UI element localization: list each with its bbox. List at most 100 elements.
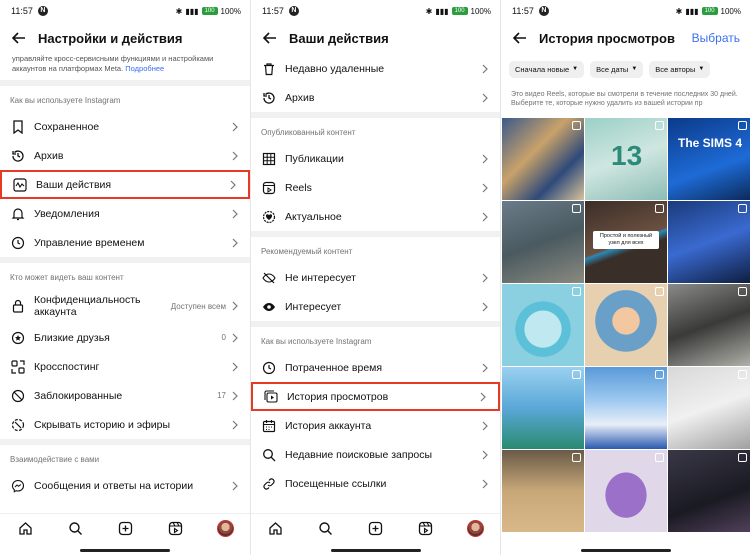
menu-item-close-friends[interactable]: Близкие друзья 0 bbox=[0, 323, 250, 352]
menu-item-label: Интересует bbox=[285, 300, 342, 313]
menu-item-watch-history[interactable]: История просмотров bbox=[251, 382, 500, 411]
reel-thumbnail[interactable] bbox=[585, 284, 667, 366]
chevron-right-icon bbox=[482, 479, 490, 489]
notification-icon: N bbox=[37, 6, 48, 16]
menu-item-posts[interactable]: Публикации bbox=[251, 144, 500, 173]
description-text: управляйте кросс-сервисными функциями и … bbox=[12, 54, 214, 73]
profile-avatar[interactable] bbox=[216, 520, 234, 538]
back-arrow-icon[interactable] bbox=[10, 29, 28, 47]
menu-item-visited-links[interactable]: Посещенные ссылки bbox=[251, 469, 500, 498]
menu-item-crossposting[interactable]: Кросспостинг bbox=[0, 352, 250, 381]
reels-grid: 13 The SIMS 4 Простой и полезный узел дл… bbox=[502, 118, 750, 532]
reel-thumbnail[interactable] bbox=[668, 201, 750, 283]
header: Ваши действия bbox=[251, 22, 500, 54]
reel-thumbnail[interactable] bbox=[668, 367, 750, 449]
home-icon[interactable] bbox=[267, 520, 285, 538]
menu-item-reels[interactable]: Reels bbox=[251, 173, 500, 202]
battery-percent: 100% bbox=[220, 6, 241, 16]
author-filter[interactable]: Все авторы ▼ bbox=[649, 60, 711, 78]
sort-filter[interactable]: Сначала новые ▼ bbox=[509, 60, 585, 78]
menu-item-not-interested[interactable]: Не интересует bbox=[251, 263, 500, 292]
learn-more-link[interactable]: Подробнее bbox=[125, 64, 164, 73]
menu-item-account-privacy[interactable]: Конфиденциальность аккаунта Доступен все… bbox=[0, 289, 250, 323]
reel-thumbnail[interactable] bbox=[502, 201, 584, 283]
clock-time: 11:57 bbox=[11, 6, 33, 16]
menu-item-messages[interactable]: Сообщения и ответы на истории bbox=[0, 471, 250, 500]
chip-label: Все авторы bbox=[655, 64, 696, 74]
menu-item-recently-deleted[interactable]: Недавно удаленные bbox=[251, 54, 500, 83]
chevron-right-icon bbox=[482, 363, 490, 373]
archive-icon bbox=[10, 148, 26, 164]
create-icon[interactable] bbox=[116, 520, 134, 538]
reel-thumbnail[interactable] bbox=[585, 367, 667, 449]
menu-item-label: Уведомления bbox=[34, 207, 100, 220]
chevron-down-icon: ▼ bbox=[572, 66, 579, 72]
reels-icon[interactable] bbox=[166, 520, 184, 538]
reel-thumbnail[interactable] bbox=[502, 367, 584, 449]
reel-thumbnail[interactable] bbox=[668, 284, 750, 366]
archive-icon bbox=[261, 90, 277, 106]
menu-item-label: Сообщения и ответы на истории bbox=[34, 479, 194, 492]
reel-thumbnail[interactable] bbox=[502, 284, 584, 366]
chevron-right-icon bbox=[232, 122, 240, 132]
back-arrow-icon[interactable] bbox=[261, 29, 279, 47]
chevron-right-icon bbox=[480, 392, 488, 402]
chip-label: Сначала новые bbox=[515, 64, 570, 74]
back-arrow-icon[interactable] bbox=[511, 29, 529, 47]
menu-item-label: Конфиденциальность аккаунта bbox=[34, 294, 141, 318]
block-icon bbox=[10, 388, 26, 404]
menu-item-blocked[interactable]: Заблокированные 17 bbox=[0, 381, 250, 410]
menu-item-time-management[interactable]: Управление временем bbox=[0, 228, 250, 257]
menu-item-your-activity[interactable]: Ваши действия bbox=[0, 170, 250, 199]
home-icon[interactable] bbox=[16, 520, 34, 538]
reel-thumbnail[interactable] bbox=[502, 450, 584, 532]
menu-item-archive[interactable]: Архив bbox=[0, 141, 250, 170]
hide-story-icon bbox=[10, 417, 26, 433]
header: Настройки и действия bbox=[0, 22, 250, 54]
reels-icon bbox=[655, 121, 664, 130]
reels-icon[interactable] bbox=[416, 520, 434, 538]
bookmark-icon bbox=[10, 119, 26, 135]
status-icons: ✱ ▮▮▮ 100 100% bbox=[176, 7, 241, 16]
header: История просмотров Выбрать bbox=[501, 22, 750, 54]
menu-item-hide-story[interactable]: Скрывать историю и эфиры bbox=[0, 410, 250, 439]
tile-caption: Простой и полезный узел для всех bbox=[593, 231, 659, 249]
link-icon bbox=[261, 476, 277, 492]
chevron-right-icon bbox=[232, 209, 240, 219]
reel-thumbnail[interactable] bbox=[585, 450, 667, 532]
reel-thumbnail[interactable]: 13 bbox=[585, 118, 667, 200]
menu-item-label: Заблокированные bbox=[34, 389, 123, 402]
search-icon[interactable] bbox=[317, 520, 335, 538]
reel-thumbnail[interactable] bbox=[668, 450, 750, 532]
home-indicator bbox=[580, 549, 671, 552]
crosspost-icon bbox=[10, 359, 26, 375]
menu-item-account-history[interactable]: История аккаунта bbox=[251, 411, 500, 440]
create-icon[interactable] bbox=[366, 520, 384, 538]
reel-thumbnail[interactable]: Простой и полезный узел для всех bbox=[585, 201, 667, 283]
chip-label: Все даты bbox=[596, 64, 629, 74]
reels-icon bbox=[572, 453, 581, 462]
menu-item-archive[interactable]: Архив bbox=[251, 83, 500, 112]
section-header: Опубликованный контент bbox=[261, 128, 356, 137]
signal-icon: ▮▮▮ bbox=[435, 6, 449, 16]
menu-item-notifications[interactable]: Уведомления bbox=[0, 199, 250, 228]
page-title: Ваши действия bbox=[289, 30, 389, 46]
section-header: Взаимодействие с вами bbox=[10, 455, 100, 464]
profile-avatar[interactable] bbox=[466, 520, 484, 538]
menu-item-label: История просмотров bbox=[287, 390, 389, 403]
page-title: Настройки и действия bbox=[38, 30, 183, 46]
menu-item-recent-searches[interactable]: Недавние поисковые запросы bbox=[251, 440, 500, 469]
menu-item-time-spent[interactable]: Потраченное время bbox=[251, 353, 500, 382]
reel-thumbnail[interactable] bbox=[502, 118, 584, 200]
menu-item-highlights[interactable]: Актуальное bbox=[251, 202, 500, 231]
menu-item-interested[interactable]: Интересует bbox=[251, 292, 500, 321]
menu-item-saved[interactable]: Сохраненное bbox=[0, 112, 250, 141]
date-filter[interactable]: Все даты ▼ bbox=[590, 60, 644, 78]
reel-thumbnail[interactable]: The SIMS 4 bbox=[668, 118, 750, 200]
section-header: Кто может видеть ваш контент bbox=[10, 273, 124, 282]
search-icon[interactable] bbox=[66, 520, 84, 538]
bottom-navigation bbox=[0, 513, 250, 543]
select-button[interactable]: Выбрать bbox=[692, 31, 740, 45]
signal-icon: ▮▮▮ bbox=[185, 6, 199, 16]
status-bar: 11:57 N ✱ ▮▮▮ 100 100% bbox=[251, 0, 500, 22]
